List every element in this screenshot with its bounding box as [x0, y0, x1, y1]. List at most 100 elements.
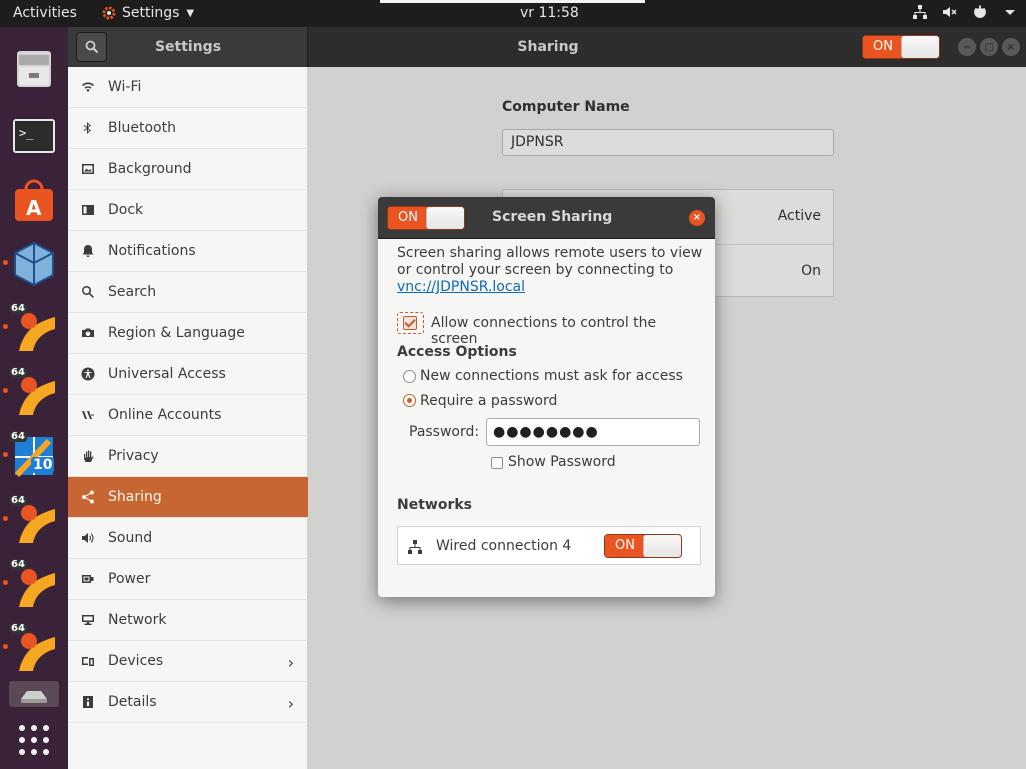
window-controls: − □ ×: [958, 38, 1020, 56]
accessibility-icon: [80, 366, 96, 382]
ask-access-label: New connections must ask for access: [420, 368, 683, 384]
network-toggle[interactable]: ON: [604, 534, 682, 558]
header-bar: Settings Sharing ON − □ ×: [68, 27, 1026, 67]
maximize-icon: □: [984, 41, 994, 53]
activities-button[interactable]: Activities: [13, 5, 77, 21]
dialog-description: Screen sharing allows remote users to vi…: [397, 245, 707, 296]
search-button[interactable]: [76, 32, 107, 62]
virtualbox-icon[interactable]: [9, 239, 59, 289]
sidebar-item-region-language[interactable]: Region & Language: [68, 313, 308, 354]
require-password-label: Require a password: [420, 393, 558, 409]
close-button[interactable]: ×: [1002, 38, 1020, 56]
sidebar-item-online-accounts[interactable]: Online Accounts: [68, 395, 308, 436]
allow-control-checkbox-row[interactable]: Allow connections to control the screen: [397, 312, 697, 347]
badge-10: 10: [31, 457, 55, 473]
sidebar-item-label: Privacy: [108, 448, 159, 464]
sidebar-item-privacy[interactable]: Privacy: [68, 436, 308, 477]
chevron-right-icon: ›: [287, 653, 294, 672]
password-input[interactable]: ●●●●●●●●: [486, 418, 700, 446]
volume-muted-icon: [943, 7, 957, 17]
sidebar-item-devices[interactable]: Devices ›: [68, 641, 308, 682]
sidebar-item-label: Background: [108, 161, 192, 177]
show-password-checkbox[interactable]: [491, 457, 503, 469]
sidebar-item-label: Universal Access: [108, 366, 226, 382]
running-indicator: [3, 644, 8, 649]
wifi-icon: [80, 79, 96, 95]
computer-name-input[interactable]: JDPNSR: [502, 129, 834, 156]
close-icon: ×: [692, 212, 702, 223]
sidebar-item-label: Notifications: [108, 243, 196, 259]
show-applications-icon[interactable]: [9, 715, 59, 765]
sidebar-item-dock[interactable]: Dock: [68, 190, 308, 231]
sidebar-item-notifications[interactable]: Notifications: [68, 231, 308, 272]
vnc-link[interactable]: vnc://JDPNSR.local: [397, 279, 525, 295]
sidebar-item-power[interactable]: Power: [68, 559, 308, 600]
vm-app-icon-1[interactable]: 64: [9, 303, 59, 353]
speaker-icon: [80, 530, 96, 546]
sidebar-item-wifi[interactable]: Wi-Fi: [68, 67, 308, 108]
sidebar-item-background[interactable]: Background: [68, 149, 308, 190]
ask-access-radio[interactable]: [403, 370, 416, 383]
top-bar: Activities Settings ▼ vr 11:58: [0, 0, 1026, 27]
toggle-knob: [901, 36, 939, 58]
minimize-icon: −: [962, 41, 972, 53]
network-name: Wired connection 4: [436, 538, 572, 554]
network-wired-icon: [913, 5, 927, 19]
sidebar-item-label: Power: [108, 571, 151, 587]
sidebar-item-sound[interactable]: Sound: [68, 518, 308, 559]
bluetooth-icon: [80, 120, 96, 136]
terminal-app-icon[interactable]: >_: [9, 111, 59, 161]
svg-text:A: A: [26, 196, 42, 220]
vm-app-icon-3[interactable]: 64: [9, 495, 59, 545]
system-tray[interactable]: [912, 4, 1018, 20]
toggle-label: ON: [388, 207, 428, 229]
search-icon: [85, 40, 98, 54]
sidebar-item-sharing[interactable]: Sharing: [68, 477, 308, 518]
sidebar-item-search[interactable]: Search: [68, 272, 308, 313]
sidebar-item-network[interactable]: Network: [68, 600, 308, 641]
running-indicator: [3, 580, 8, 585]
drive-icon[interactable]: [9, 681, 59, 707]
allow-control-checkbox[interactable]: [403, 316, 417, 330]
sharing-toggle[interactable]: ON: [862, 35, 940, 59]
clock[interactable]: vr 11:58: [520, 5, 579, 21]
sidebar-item-label: Online Accounts: [108, 407, 222, 423]
sidebar-item-label: Sharing: [108, 489, 162, 505]
sidebar-item-bluetooth[interactable]: Bluetooth: [68, 108, 308, 149]
badge-64: 64: [9, 367, 27, 378]
dialog-title: Screen Sharing: [492, 209, 613, 225]
badge-64: 64: [9, 431, 27, 442]
sidebar-item-details[interactable]: Details ›: [68, 682, 308, 723]
require-password-radio[interactable]: [403, 394, 416, 407]
description-text: Screen sharing allows remote users to vi…: [397, 245, 703, 278]
sidebar-item-label: Devices: [108, 653, 164, 669]
windows-vm-icon[interactable]: 64 10: [9, 431, 59, 481]
vm-app-icon-5[interactable]: 64: [9, 623, 59, 673]
sidebar-item-label: Bluetooth: [108, 120, 176, 136]
computer-name-title: Computer Name: [502, 99, 630, 115]
files-app-icon[interactable]: [9, 43, 59, 93]
close-icon: ×: [1006, 41, 1016, 53]
password-label: Password:: [409, 424, 480, 440]
app-menu-label: Settings: [122, 5, 180, 21]
sidebar: Wi-Fi Bluetooth Background Dock Notifica…: [68, 67, 308, 769]
toggle-knob: [426, 207, 464, 229]
app-menu[interactable]: Settings ▼: [101, 5, 194, 21]
minimize-button[interactable]: −: [958, 38, 976, 56]
running-indicator: [3, 452, 8, 457]
devices-icon: [80, 653, 96, 669]
software-center-icon[interactable]: A: [9, 177, 59, 227]
vm-app-icon-2[interactable]: 64: [9, 367, 59, 417]
info-icon: [80, 694, 96, 710]
dialog-close-button[interactable]: ×: [689, 210, 705, 226]
screen-sharing-toggle[interactable]: ON: [387, 206, 465, 230]
sidebar-item-universal-access[interactable]: Universal Access: [68, 354, 308, 395]
sidebar-item-label: Dock: [108, 202, 144, 218]
caret-down-icon: ▼: [186, 7, 195, 19]
running-indicator: [3, 260, 8, 265]
allow-control-label: Allow connections to control the screen: [431, 315, 657, 347]
service-status: On: [801, 263, 821, 279]
running-indicator: [3, 324, 8, 329]
maximize-button[interactable]: □: [980, 38, 998, 56]
vm-app-icon-4[interactable]: 64: [9, 559, 59, 609]
